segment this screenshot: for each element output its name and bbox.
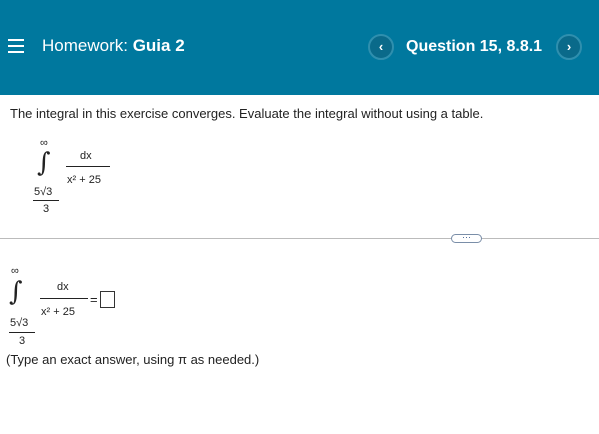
more-options-button[interactable]: ··· bbox=[451, 233, 482, 243]
integrand-fraction-bar bbox=[66, 166, 110, 167]
lower-limit-numerator: 5√3 bbox=[34, 186, 53, 198]
lower-limit-denominator: 3 bbox=[43, 203, 50, 215]
answer-lower-limit-numerator: 5√3 bbox=[10, 317, 29, 329]
answer-integrand-fraction-bar bbox=[40, 298, 88, 299]
answer-hint: (Type an exact answer, using π as needed… bbox=[6, 352, 260, 367]
section-divider bbox=[0, 238, 599, 239]
integrand-numerator: dx bbox=[80, 150, 92, 162]
problem-prompt: The integral in this exercise converges.… bbox=[10, 106, 484, 121]
answer-integrand-numerator: dx bbox=[57, 281, 69, 293]
menu-icon[interactable] bbox=[8, 39, 24, 53]
homework-title: Homework: Guia 2 bbox=[42, 36, 185, 56]
integral-sign-icon: ∫ bbox=[37, 148, 51, 178]
homework-label: Homework: bbox=[42, 36, 128, 55]
header-bar: Homework: Guia 2 ‹ Question 15, 8.8.1 › bbox=[0, 0, 599, 95]
answer-upper-limit: ∞ bbox=[11, 265, 19, 277]
next-question-button[interactable]: › bbox=[556, 34, 582, 60]
answer-integrand-denominator: x² + 25 bbox=[41, 306, 75, 318]
homework-name: Guia 2 bbox=[132, 36, 185, 55]
integrand-denominator: x² + 25 bbox=[67, 174, 101, 186]
answer-lower-limit-denominator: 3 bbox=[19, 335, 26, 347]
previous-question-button[interactable]: ‹ bbox=[368, 34, 394, 60]
lower-limit-fraction-bar bbox=[33, 200, 59, 201]
answer-input[interactable] bbox=[100, 291, 115, 308]
equals-sign: = bbox=[90, 292, 98, 307]
answer-lower-limit-fraction-bar bbox=[9, 332, 35, 333]
answer-integral-sign-icon: ∫ bbox=[9, 277, 23, 307]
question-label: Question 15, 8.8.1 bbox=[406, 38, 543, 55]
